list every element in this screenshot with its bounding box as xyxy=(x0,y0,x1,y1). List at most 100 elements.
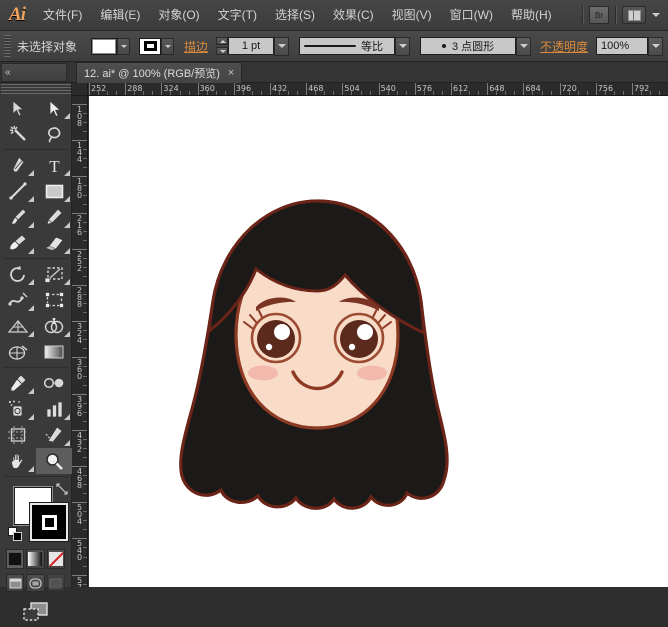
tool-artboard[interactable] xyxy=(0,422,36,448)
tool-pen[interactable] xyxy=(0,152,36,178)
stroke-profile-select[interactable]: 等比 xyxy=(299,37,395,55)
vertical-ruler[interactable]: 1 0 81 4 41 8 02 1 62 5 22 8 83 2 43 6 0… xyxy=(72,96,88,587)
eye-right-iris xyxy=(340,320,378,358)
chevron-down-icon xyxy=(165,45,171,48)
stroke-weight-dropdown[interactable] xyxy=(274,37,289,56)
bridge-icon[interactable]: Br xyxy=(589,6,609,24)
opacity-input[interactable]: 100% xyxy=(596,37,648,55)
tools-divider xyxy=(4,258,68,259)
stroke-dropdown-button[interactable] xyxy=(161,38,174,55)
menu-type[interactable]: 文字(T) xyxy=(209,0,266,31)
tool-type[interactable]: T xyxy=(36,152,72,178)
tool-hand[interactable] xyxy=(0,448,36,474)
tool-perspective-grid[interactable] xyxy=(0,313,36,339)
ruler-tick xyxy=(306,83,307,96)
flyout-triangle-icon xyxy=(64,440,70,446)
ruler-label: 2 1 6 xyxy=(75,215,84,236)
ruler-tick xyxy=(487,83,488,96)
tools-panel-grip[interactable] xyxy=(1,84,71,95)
tool-magic-wand[interactable] xyxy=(0,121,36,147)
ruler-minor-tick xyxy=(83,511,87,512)
stroke-weight-stepper[interactable] xyxy=(216,37,228,55)
ruler-minor-tick xyxy=(180,91,181,95)
tool-gradient[interactable] xyxy=(36,339,72,365)
menu-items: 文件(F) 编辑(E) 对象(O) 文字(T) 选择(S) 效果(C) 视图(V… xyxy=(34,0,561,31)
brush-definition-dropdown[interactable] xyxy=(516,37,531,56)
tool-rotate[interactable] xyxy=(0,261,36,287)
flyout-triangle-icon xyxy=(64,414,70,420)
tool-scale[interactable] xyxy=(36,261,72,287)
ruler-minor-tick xyxy=(83,267,87,268)
ruler-minor-tick xyxy=(578,91,579,95)
menu-effect[interactable]: 效果(C) xyxy=(324,0,383,31)
ruler-minor-tick xyxy=(83,339,87,340)
horizontal-ruler[interactable]: 2522883243603964324685045405766126486847… xyxy=(72,83,668,96)
full-screen-mode-button[interactable] xyxy=(47,574,65,592)
tool-column-graph[interactable] xyxy=(36,396,72,422)
stroke-weight-input[interactable]: 1 pt xyxy=(228,37,274,55)
menu-select[interactable]: 选择(S) xyxy=(266,0,324,31)
normal-screen-mode-button[interactable] xyxy=(6,574,24,592)
menu-window[interactable]: 窗口(W) xyxy=(441,0,502,31)
tool-direct-selection[interactable] xyxy=(36,95,72,121)
tool-blob-brush[interactable] xyxy=(0,230,36,256)
tool-eyedropper[interactable] xyxy=(0,370,36,396)
menu-view[interactable]: 视图(V) xyxy=(383,0,441,31)
brush-definition-select[interactable]: 3 点圆形 xyxy=(420,37,516,55)
document-tab-bar: « 12. ai* @ 100% (RGB/预览) × xyxy=(0,62,668,83)
artwork-cartoon-girl-face[interactable] xyxy=(89,96,668,587)
ruler-minor-tick xyxy=(659,91,660,95)
ruler-label: 3 2 4 xyxy=(75,323,84,344)
ruler-minor-tick xyxy=(225,91,226,95)
menu-object[interactable]: 对象(O) xyxy=(149,0,208,31)
document-tab[interactable]: 12. ai* @ 100% (RGB/预览) × xyxy=(76,62,242,83)
gradient-mode-button[interactable] xyxy=(26,549,44,569)
tool-lasso[interactable] xyxy=(36,121,72,147)
tool-shape-builder[interactable] xyxy=(36,313,72,339)
menu-file[interactable]: 文件(F) xyxy=(34,0,91,31)
stroke-panel-link[interactable]: 描边 xyxy=(184,38,208,55)
document-canvas[interactable] xyxy=(89,96,668,587)
opacity-dropdown[interactable] xyxy=(648,37,663,56)
tool-free-transform[interactable] xyxy=(36,287,72,313)
tool-symbol-sprayer[interactable] xyxy=(0,396,36,422)
close-icon[interactable]: × xyxy=(228,67,234,79)
stroke-color-swatch[interactable] xyxy=(139,38,161,55)
tool-line-segment[interactable] xyxy=(0,178,36,204)
tool-mesh[interactable] xyxy=(0,339,36,365)
ruler-minor-tick xyxy=(83,312,87,313)
flyout-triangle-icon xyxy=(64,279,70,285)
tool-paintbrush[interactable] xyxy=(0,204,36,230)
color-mode-button[interactable] xyxy=(6,549,24,569)
tool-slice[interactable] xyxy=(36,422,72,448)
menu-edit[interactable]: 编辑(E) xyxy=(91,0,149,31)
flyout-triangle-icon xyxy=(28,331,34,337)
tool-zoom[interactable] xyxy=(36,448,72,474)
tool-selection[interactable] xyxy=(0,95,36,121)
chevron-down-icon[interactable] xyxy=(652,13,660,17)
workspace-switcher-button[interactable] xyxy=(622,6,646,24)
default-fill-stroke-icon[interactable] xyxy=(8,527,22,541)
ruler-minor-tick xyxy=(315,91,316,95)
swap-fill-stroke-icon[interactable] xyxy=(56,483,68,495)
stroke-swatch[interactable] xyxy=(30,503,68,541)
none-mode-button[interactable] xyxy=(47,549,65,569)
menu-help[interactable]: 帮助(H) xyxy=(502,0,561,31)
fill-dropdown-button[interactable] xyxy=(117,38,130,55)
tool-pencil[interactable] xyxy=(36,204,72,230)
tool-blend[interactable] xyxy=(36,370,72,396)
opacity-panel-link[interactable]: 不透明度 xyxy=(540,38,588,55)
fill-color-swatch[interactable] xyxy=(91,38,117,55)
draw-normal-button[interactable] xyxy=(21,600,51,627)
ruler-tick xyxy=(451,83,452,96)
full-screen-with-menu-button[interactable] xyxy=(26,574,44,592)
tool-eraser[interactable] xyxy=(36,230,72,256)
tool-rectangle[interactable] xyxy=(36,178,72,204)
ruler-corner[interactable] xyxy=(72,83,88,96)
tool-warp[interactable] xyxy=(0,287,36,313)
control-bar-grip[interactable] xyxy=(4,35,11,57)
stroke-profile-dropdown[interactable] xyxy=(395,37,410,56)
panel-collapse-button[interactable]: « xyxy=(1,63,67,82)
eye-left-highlight xyxy=(274,324,290,340)
ruler-tick xyxy=(379,83,380,96)
